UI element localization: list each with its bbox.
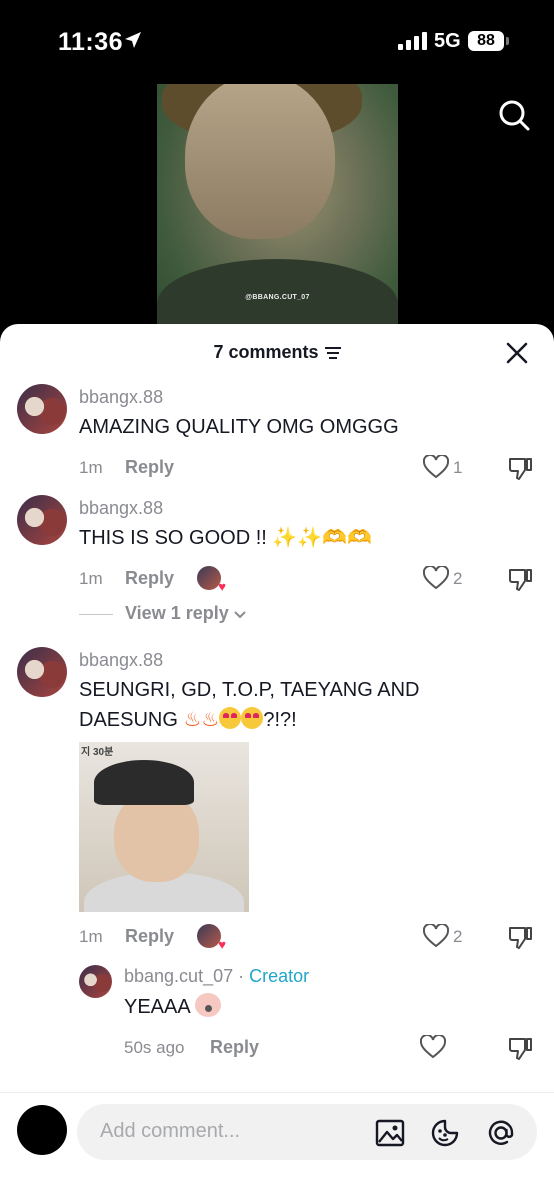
dislike-icon[interactable] (507, 1035, 533, 1061)
heart-eyes-emoji (219, 707, 242, 729)
comment-username[interactable]: bbangx.88 (79, 650, 163, 671)
input-divider (0, 1092, 554, 1093)
comment-username[interactable]: bbangx.88 (79, 387, 163, 408)
reply-avatar[interactable] (79, 965, 112, 998)
status-time: 11:36 (58, 28, 124, 56)
filter-icon[interactable] (324, 347, 341, 360)
comment-input-bar[interactable]: Add comment... (77, 1104, 537, 1160)
like-count: 2 (453, 569, 463, 588)
comments-header: 7 comments (0, 324, 554, 380)
view-replies[interactable]: View 1 reply (79, 603, 246, 624)
search-icon[interactable] (497, 98, 531, 132)
creator-liked-avatar: ♥ (197, 566, 226, 594)
avatar[interactable] (17, 495, 67, 545)
video-face-shape (185, 84, 335, 239)
reply-username-row: bbang.cut_07 · Creator (124, 966, 309, 987)
comment-input[interactable]: Add comment... (100, 1120, 240, 1143)
emoji-icon[interactable] (430, 1118, 460, 1148)
dislike-icon[interactable] (507, 566, 533, 592)
network-label: 5G (434, 30, 461, 52)
image-cap-shape (94, 760, 194, 805)
signal-icon (398, 32, 427, 50)
emoji-sequence: ✨✨🫶🫶 (272, 527, 372, 549)
image-overlay-text: 지 30분 (81, 747, 114, 758)
heart-icon[interactable] (423, 924, 449, 948)
fire-emoji: ♨♨ (183, 709, 220, 731)
heart-icon[interactable] (423, 455, 449, 479)
liked-heart-icon: ♥ (218, 937, 226, 952)
shocked-emoji (195, 993, 222, 1017)
close-icon[interactable] (506, 342, 528, 364)
comment-text: AMAZING QUALITY OMG OMGGG (79, 416, 399, 438)
view-replies-line (79, 614, 113, 616)
comment-text-main: THIS IS SO GOOD !! (79, 527, 267, 549)
dislike-icon[interactable] (507, 455, 533, 481)
reply-username[interactable]: bbang.cut_07 (124, 966, 233, 986)
comments-count-label: 7 comments (213, 342, 319, 362)
reply-text: YEAAA (124, 992, 222, 1022)
comment-text: THIS IS SO GOOD !! ✨✨🫶🫶 (79, 523, 372, 553)
battery-nub (506, 37, 509, 45)
comment-text-line2-end: ?!?! (263, 709, 297, 731)
reply-button[interactable]: Reply (125, 568, 174, 589)
comment-text-line2-start: DAESUNG (79, 709, 178, 731)
creator-badge: Creator (249, 966, 310, 986)
reply-separator: · (233, 966, 250, 986)
like-count: 2 (453, 927, 463, 946)
status-bar: 11:36 5G 88 (0, 0, 554, 80)
heart-icon[interactable] (423, 566, 449, 590)
reply-button[interactable]: Reply (125, 457, 174, 478)
comments-sheet: 7 comments bbangx.88 AMAZING QUALITY OMG… (0, 324, 554, 1200)
chevron-down-icon (234, 611, 246, 619)
image-face-shape (114, 792, 199, 882)
avatar[interactable] (17, 647, 67, 697)
video-watermark: @BBANG.CUT_07 (245, 294, 310, 301)
comment-time: 1m (79, 458, 103, 477)
reply-text-main: YEAAA (124, 996, 190, 1018)
dislike-icon[interactable] (507, 924, 533, 950)
reply-button[interactable]: Reply (125, 926, 174, 947)
comment-image[interactable]: 지 30분 (79, 742, 249, 912)
comments-count[interactable]: 7 comments (0, 342, 554, 363)
creator-liked-avatar: ♥ (197, 924, 226, 952)
reply-button[interactable]: Reply (210, 1037, 259, 1058)
comment-username[interactable]: bbangx.88 (79, 498, 163, 519)
battery-icon: 88 (468, 31, 504, 51)
my-avatar[interactable] (17, 1105, 67, 1155)
like-count: 1 (453, 458, 463, 477)
at-mention-icon[interactable] (486, 1118, 516, 1148)
location-arrow-icon (125, 32, 141, 48)
image-icon[interactable] (375, 1118, 405, 1148)
reply-time: 50s ago (124, 1038, 185, 1057)
video-frame[interactable]: @BBANG.CUT_07 (157, 84, 398, 340)
comment-time: 1m (79, 569, 103, 588)
comment-text-line1: SEUNGRI, GD, T.O.P, TAEYANG AND (79, 679, 420, 701)
comment-text-line2: DAESUNG ♨♨?!?! (79, 705, 297, 735)
heart-icon[interactable] (420, 1035, 446, 1059)
liked-heart-icon: ♥ (218, 579, 226, 594)
view-replies-label: View 1 reply (125, 603, 229, 623)
heart-eyes-emoji (241, 707, 264, 729)
avatar[interactable] (17, 384, 67, 434)
video-player[interactable]: @BBANG.CUT_07 (0, 80, 554, 340)
comment-time: 1m (79, 927, 103, 946)
